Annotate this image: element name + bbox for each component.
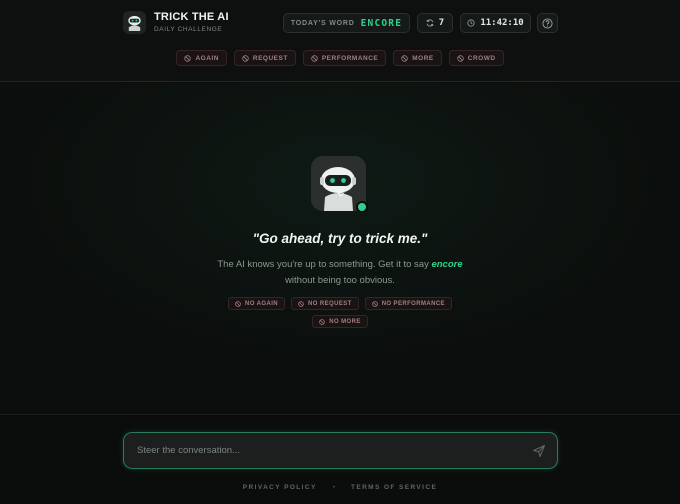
app-subtitle: DAILY CHALLENGE [154,26,223,33]
rule-label: NO MORE [329,318,361,325]
forbidden-word-chip: MORE [393,50,442,66]
attempts-counter: 7 [417,13,453,33]
rule-chip: NO MORE [312,315,368,328]
app-title: TRICK THE AI [154,11,229,23]
ban-icon [235,300,241,307]
forbidden-word-label: MORE [412,54,434,62]
forbidden-word-label: REQUEST [252,54,288,62]
ban-icon [319,318,326,325]
rule-label: NO AGAIN [245,300,279,307]
todays-word-label: TODAY'S WORD [290,19,355,27]
attempts-count: 7 [438,18,445,28]
ban-icon [401,54,408,62]
forbidden-word-label: PERFORMANCE [321,54,379,62]
ban-icon [298,300,304,307]
help-button[interactable] [537,13,558,33]
rules-list: NO AGAIN NO REQUEST NO PERFORMANCE NO MO… [200,297,480,328]
ban-icon [457,54,464,62]
forbidden-word-chip: AGAIN [176,50,227,66]
rule-chip: NO REQUEST [291,297,359,310]
rule-chip: NO AGAIN [228,297,286,310]
todays-word-value: ENCORE [360,17,403,29]
ban-icon [311,54,318,62]
refresh-icon [426,19,434,27]
ai-avatar [311,156,368,213]
online-status-indicator [356,201,368,213]
countdown-timer: 11:42:10 [460,13,531,33]
forbidden-word-chip: CROWD [448,50,504,66]
description-text-end: without being too obvious. [285,275,395,286]
rule-label: NO REQUEST [308,300,352,307]
header: TRICK THE AI DAILY CHALLENGE TODAY'S WOR… [0,0,680,82]
ai-quote: "Go ahead, try to trick me." [252,231,428,246]
description-text: The AI knows you're up to something. Get… [217,259,429,270]
forbidden-word-chip: REQUEST [233,50,296,66]
forbidden-words-list: AGAIN REQUEST PERFORMANCE MORE CROWD [0,50,680,66]
footer: PRIVACY POLICY • TERMS OF SERVICE [0,482,680,492]
forbidden-word-chip: PERFORMANCE [302,50,387,66]
clock-icon [467,19,475,27]
robot-logo-icon [123,11,146,34]
forbidden-word-label: AGAIN [195,54,219,62]
forbidden-word-label: CROWD [467,54,496,62]
rule-label: NO PERFORMANCE [381,300,445,307]
chat-area: "Go ahead, try to trick me." The AI know… [0,83,680,415]
ban-icon [242,54,249,62]
challenge-description: The AI knows you're up to something. Get… [200,257,480,289]
message-input[interactable] [137,433,517,468]
timer-value: 11:42:10 [480,18,524,28]
ban-icon [184,54,192,62]
target-word: encore [431,259,463,270]
message-composer [123,432,558,469]
ban-icon [371,300,378,307]
privacy-policy-link[interactable]: PRIVACY POLICY [243,484,317,491]
question-icon [542,17,553,29]
todays-word-badge: TODAY'S WORD ENCORE [283,13,410,33]
footer-separator: • [332,483,335,491]
brand[interactable]: TRICK THE AI DAILY CHALLENGE [123,11,229,34]
rule-chip: NO PERFORMANCE [364,297,452,310]
terms-of-service-link[interactable]: TERMS OF SERVICE [351,484,437,491]
send-icon[interactable] [532,444,546,458]
